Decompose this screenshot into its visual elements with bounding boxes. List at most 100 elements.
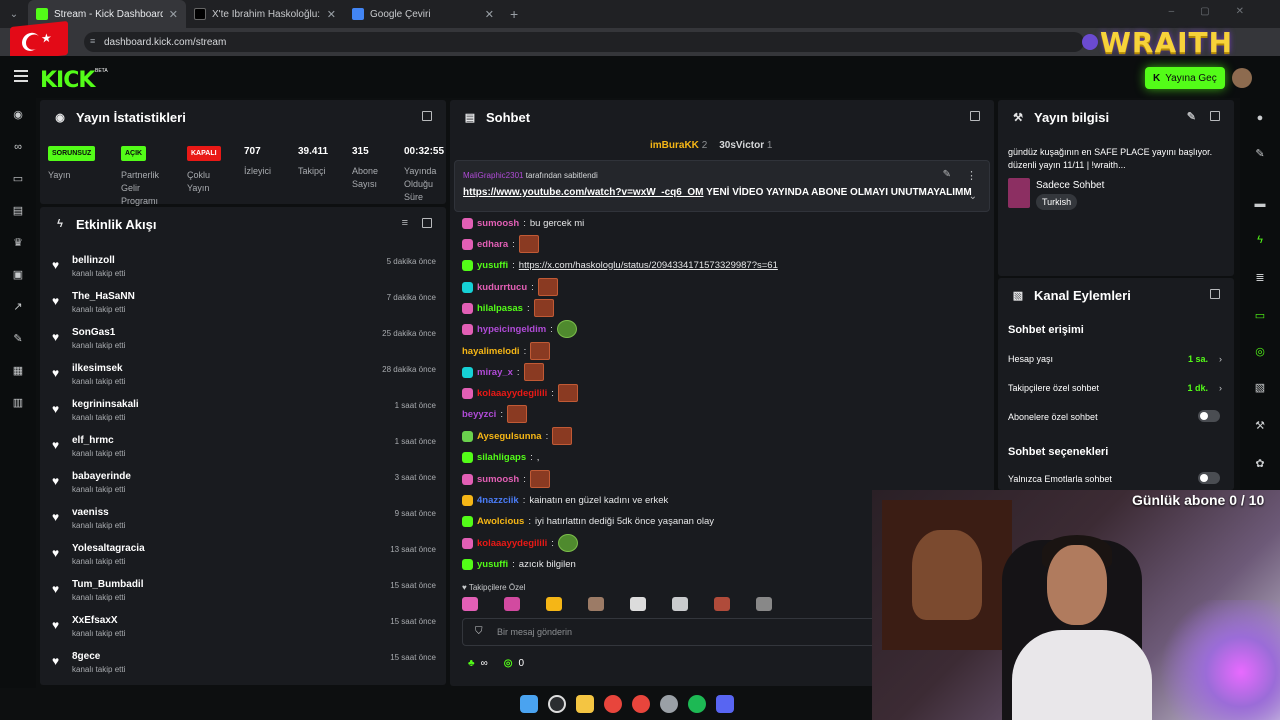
close-tab-icon[interactable]: ✕ [327, 8, 336, 21]
emote-icon[interactable] [462, 597, 478, 611]
windows-start-icon[interactable] [520, 695, 538, 713]
url-field[interactable]: ≡ dashboard.kick.com/stream [84, 32, 1084, 52]
chat-username[interactable]: Awolcious [477, 516, 524, 527]
chat-username[interactable]: hayalimelodi [462, 346, 520, 357]
follower-name[interactable]: XxEfsaxX [72, 615, 118, 626]
emote-icon[interactable] [504, 597, 520, 611]
expand-icon[interactable] [1210, 289, 1220, 299]
browser-tab-x[interactable]: X'te İbrahim Haskoloğlu: "İstanb ✕ [186, 0, 344, 28]
follower-name[interactable]: vaeniss [72, 507, 109, 518]
app-icon[interactable] [660, 695, 678, 713]
chat-username[interactable]: hypeicingeldim [477, 324, 546, 335]
stream-icon[interactable]: ◉ [11, 108, 25, 122]
pinned-link[interactable]: https://www.youtube.com/watch?v=wxW_-cq6… [463, 187, 704, 198]
follower-name[interactable]: 8gece [72, 651, 100, 662]
new-tab-icon[interactable]: + [502, 6, 518, 22]
follower-name[interactable]: elf_hrmc [72, 435, 114, 446]
followers-only-row[interactable]: Takipçilere özel sohbet 1 dk. › [1008, 383, 1222, 393]
camera-icon[interactable]: ▬ [1252, 196, 1268, 212]
analytics-icon[interactable]: ↗ [11, 300, 25, 314]
points-icon[interactable]: ♣ [468, 658, 475, 669]
chat-username[interactable]: silahligaps [477, 452, 526, 463]
bolt-icon[interactable]: ϟ [1252, 232, 1268, 248]
chat-username[interactable]: sumoosh [477, 218, 519, 229]
panel-icon[interactable]: ▧ [1252, 380, 1268, 396]
unpin-icon[interactable]: ✎ [943, 169, 951, 180]
emote-icon[interactable] [546, 597, 562, 611]
search-icon[interactable] [548, 695, 566, 713]
chat-username[interactable]: hilalpasas [477, 303, 523, 314]
chat-username[interactable]: kolaaayydegilili [477, 388, 547, 399]
chat-username[interactable]: sumoosh [477, 474, 519, 485]
chrome-icon[interactable] [604, 695, 622, 713]
chat-username[interactable]: Aysegulsunna [477, 431, 542, 442]
list-icon[interactable]: ≣ [1252, 270, 1268, 286]
spotify-icon[interactable] [688, 695, 706, 713]
expand-icon[interactable] [422, 218, 432, 228]
follower-name[interactable]: SonGas1 [72, 327, 115, 338]
library-icon[interactable]: ▤ [11, 204, 25, 218]
emote-icon[interactable] [588, 597, 604, 611]
top-chatter[interactable]: 30sVictor 1 [719, 140, 772, 151]
chrome-icon[interactable] [632, 695, 650, 713]
emote-icon[interactable] [630, 597, 646, 611]
avatar[interactable] [1232, 68, 1252, 88]
gear-icon[interactable]: ✿ [1252, 456, 1268, 472]
follower-name[interactable]: kegrininsakali [72, 399, 139, 410]
community-icon[interactable]: ▦ [11, 364, 25, 378]
more-icon[interactable]: ⋮ [966, 169, 977, 182]
edit-icon[interactable]: ✎ [1187, 110, 1196, 123]
monitor-icon[interactable]: ▭ [11, 172, 25, 186]
filter-icon[interactable]: ≡ [402, 217, 408, 229]
emote-icon[interactable] [714, 597, 730, 611]
stream-category[interactable]: Sadece Sohbet [1036, 180, 1104, 191]
discord-icon[interactable] [716, 695, 734, 713]
chat-username[interactable]: kudurrtucu [477, 282, 527, 293]
subscribers-only-toggle[interactable] [1198, 410, 1220, 422]
chevron-down-icon[interactable]: ⌄ [969, 191, 977, 202]
follower-name[interactable]: ilkesimsek [72, 363, 123, 374]
video-icon[interactable]: ▣ [11, 268, 25, 282]
follower-name[interactable]: The_HaSaNN [72, 291, 135, 302]
account-age-row[interactable]: Hesap yaşı 1 sa. › [1008, 354, 1222, 364]
trophy-icon[interactable]: ♛ [11, 236, 25, 250]
wrench-icon[interactable]: ⚒ [1252, 418, 1268, 434]
expand-icon[interactable] [1210, 111, 1220, 121]
chat-username[interactable]: kolaaayydegilili [477, 538, 547, 549]
chat-link[interactable]: https://x.com/haskologlu/status/20943341… [519, 260, 778, 271]
follower-name[interactable]: Yolesaltagracia [72, 543, 145, 554]
emote-only-toggle[interactable] [1198, 472, 1220, 484]
chat-username[interactable]: 4nazzciik [477, 495, 519, 506]
chat-username[interactable]: miray_x [477, 367, 513, 378]
link-icon[interactable]: ∞ [11, 140, 25, 154]
extension-icon[interactable] [1082, 34, 1098, 50]
folder-icon[interactable] [576, 695, 594, 713]
emote-icon[interactable] [756, 597, 772, 611]
edit-icon[interactable]: ✎ [1252, 146, 1268, 162]
menu-icon[interactable] [14, 70, 28, 82]
top-chatter[interactable]: imBuraKK 2 [650, 140, 707, 151]
expand-icon[interactable] [970, 111, 980, 121]
close-tab-icon[interactable]: ✕ [169, 8, 178, 21]
window-controls[interactable]: –▢✕ [1169, 6, 1270, 17]
kick-coin-icon[interactable]: ◎ [504, 658, 513, 669]
chat-icon[interactable]: ▭ [1252, 308, 1268, 324]
kick-logo[interactable]: KICK [40, 68, 95, 93]
emote-icon[interactable] [672, 597, 688, 611]
record-icon[interactable]: ◎ [1252, 344, 1268, 360]
tools-icon[interactable]: ✎ [11, 332, 25, 346]
expand-icon[interactable] [422, 111, 432, 121]
follower-name[interactable]: babayerinde [72, 471, 131, 482]
chat-username[interactable]: beyyzci [462, 409, 496, 420]
chat-username[interactable]: yusuffi [477, 260, 508, 271]
chat-username[interactable]: yusuffi [477, 559, 508, 570]
chat-username[interactable]: edhara [477, 239, 508, 250]
follower-name[interactable]: bellinzoll [72, 255, 115, 266]
tab-search-icon[interactable]: ⌄ [0, 0, 28, 28]
info-icon[interactable]: ● [1252, 110, 1268, 126]
site-settings-icon[interactable]: ≡ [90, 36, 100, 46]
close-tab-icon[interactable]: ✕ [485, 8, 494, 21]
toolbox-icon[interactable]: ▥ [11, 396, 25, 410]
follower-name[interactable]: Tum_Bumbadil [72, 579, 143, 590]
browser-tab-translate[interactable]: Google Çeviri ✕ [344, 0, 502, 28]
